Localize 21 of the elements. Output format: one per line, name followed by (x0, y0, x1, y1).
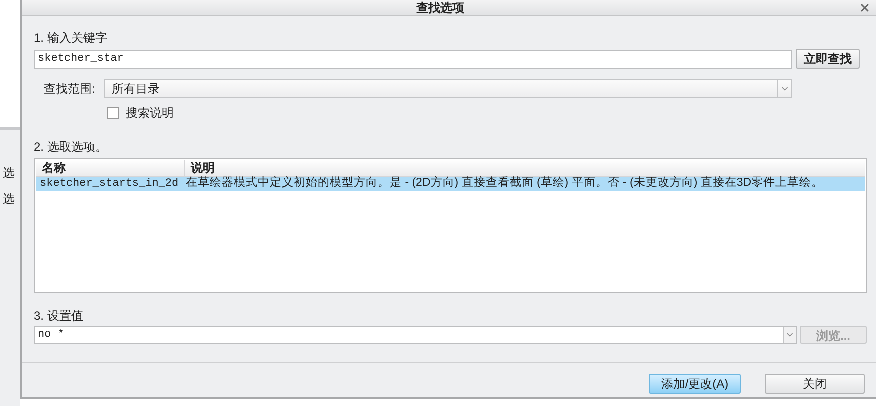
background-label: 选 (2, 166, 16, 180)
dialog-button[interactable]: 添加/更改(A) (649, 374, 741, 394)
table-row[interactable]: sketcher_starts_in_2d 在草绘器模式中定义初始的模型方向。是 - (2D方向) 直接查看截面 (草绘) 平面。否 - (未更改方向) 直接在3D零件上草绘。 (36, 177, 865, 191)
checkbox-label: 搜索说明 (126, 105, 174, 122)
background-label: 选 (2, 192, 16, 206)
keyword-field[interactable]: sketcher_star (34, 50, 792, 68)
window-title: 查找选项 (416, 0, 466, 14)
table-cell-text: 在草绘器模式中定义初始的模型方向。是 - (2D方向) 直接查看截面 (草绘) 平面。否 - (未更改方向) 直接在3D零件上草绘。 (185, 175, 824, 192)
step-label: 3. 设置值 (34, 309, 84, 323)
scope-label: 查找范围: (44, 80, 96, 98)
scope-dropdown[interactable]: 所有目录 (104, 79, 792, 98)
column-header: 说明 (190, 160, 216, 176)
close-icon[interactable] (859, 2, 871, 14)
step-label: 2. 选取选项。 (34, 140, 108, 154)
search-now-button[interactable]: 立即查找 (796, 49, 860, 69)
dialog-button[interactable]: 关闭 (765, 374, 865, 394)
step-label: 1. 输入关键字 (34, 31, 108, 45)
column-header: 名称 (36, 160, 185, 176)
checkbox[interactable] (107, 107, 119, 119)
table-cell-text: sketcher_starts_in_2d (39, 176, 180, 192)
value-combobox[interactable]: no * (34, 326, 797, 344)
